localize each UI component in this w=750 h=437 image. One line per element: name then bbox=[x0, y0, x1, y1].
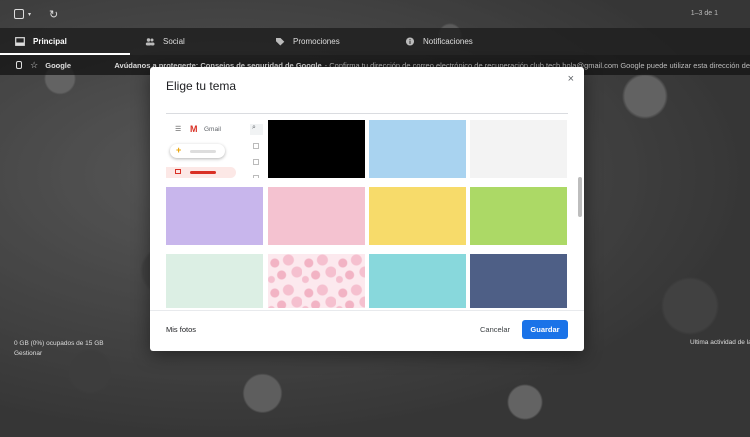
people-icon bbox=[145, 37, 155, 46]
save-button[interactable]: Guardar bbox=[522, 320, 568, 339]
star-icon[interactable]: ☆ bbox=[30, 60, 38, 71]
theme-swatch[interactable] bbox=[369, 120, 466, 178]
tab-label: Promociones bbox=[293, 37, 340, 46]
menu-icon: ☰ bbox=[175, 126, 182, 133]
theme-dialog: Elige tu tema × ☰ M Gmail ⌕ + Mis fotos … bbox=[150, 67, 584, 351]
search-icon: ⌕ bbox=[252, 124, 256, 131]
email-checkbox[interactable] bbox=[16, 61, 23, 69]
preview-inbox bbox=[166, 167, 236, 178]
tab-label: Social bbox=[163, 37, 185, 46]
last-activity[interactable]: Última actividad de la c bbox=[690, 339, 750, 346]
my-photos-link[interactable]: Mis fotos bbox=[166, 325, 196, 334]
dialog-title: Elige tu tema bbox=[166, 79, 237, 93]
preview-compose: + bbox=[170, 144, 225, 158]
inbox-icon bbox=[15, 37, 25, 46]
theme-swatch[interactable] bbox=[166, 187, 263, 245]
info-icon bbox=[405, 37, 415, 46]
tab-promociones[interactable]: Promociones bbox=[260, 28, 390, 55]
storage-usage: 0 GB (0%) ocupados de 15 GB bbox=[14, 340, 104, 347]
storage-info: 0 GB (0%) ocupados de 15 GB Gestionar bbox=[14, 339, 104, 359]
inbox-toolbar: ▾ ↻ 1–3 de 1 bbox=[0, 0, 750, 28]
select-dropdown-icon[interactable]: ▾ bbox=[28, 11, 31, 18]
theme-swatch[interactable] bbox=[268, 187, 365, 245]
dialog-scrollbar[interactable] bbox=[578, 177, 582, 217]
gmail-logo-icon: M bbox=[190, 124, 198, 134]
compose-plus-icon: + bbox=[176, 145, 182, 155]
theme-swatch[interactable] bbox=[369, 254, 466, 308]
cancel-button[interactable]: Cancelar bbox=[480, 325, 510, 334]
select-all-checkbox[interactable] bbox=[14, 9, 24, 19]
theme-swatch[interactable] bbox=[470, 187, 567, 245]
close-icon[interactable]: × bbox=[568, 73, 574, 85]
tag-icon bbox=[275, 37, 285, 46]
category-tabs: Principal Social Promociones Notificaciones bbox=[0, 28, 750, 55]
preview-line bbox=[190, 171, 216, 174]
theme-swatch[interactable] bbox=[268, 120, 365, 178]
theme-swatch[interactable] bbox=[470, 120, 567, 178]
preview-line bbox=[190, 150, 216, 153]
theme-swatch[interactable] bbox=[166, 254, 263, 308]
preview-app-name: Gmail bbox=[204, 126, 221, 133]
tab-principal[interactable]: Principal bbox=[0, 28, 130, 55]
preview-checkbox bbox=[253, 143, 259, 149]
email-sender: Google bbox=[45, 60, 72, 70]
preview-checkbox bbox=[253, 175, 259, 178]
theme-swatch[interactable] bbox=[369, 187, 466, 245]
tab-notificaciones[interactable]: Notificaciones bbox=[390, 28, 520, 55]
page-range: 1–3 de 1 bbox=[690, 10, 718, 17]
refresh-icon[interactable]: ↻ bbox=[49, 8, 58, 21]
tab-label: Principal bbox=[33, 37, 67, 46]
dialog-divider bbox=[166, 113, 568, 114]
preview-checkbox bbox=[253, 159, 259, 165]
theme-grid: ☰ M Gmail ⌕ + bbox=[166, 120, 568, 308]
manage-storage-link[interactable]: Gestionar bbox=[14, 349, 104, 359]
tab-label: Notificaciones bbox=[423, 37, 473, 46]
theme-swatch[interactable] bbox=[470, 254, 567, 308]
preview-search: ⌕ bbox=[250, 124, 263, 135]
inbox-icon bbox=[175, 169, 181, 174]
dialog-footer-divider bbox=[150, 310, 584, 311]
theme-swatch[interactable] bbox=[268, 254, 365, 308]
tab-social[interactable]: Social bbox=[130, 28, 260, 55]
default-theme-preview[interactable]: ☰ M Gmail ⌕ + bbox=[166, 120, 263, 178]
